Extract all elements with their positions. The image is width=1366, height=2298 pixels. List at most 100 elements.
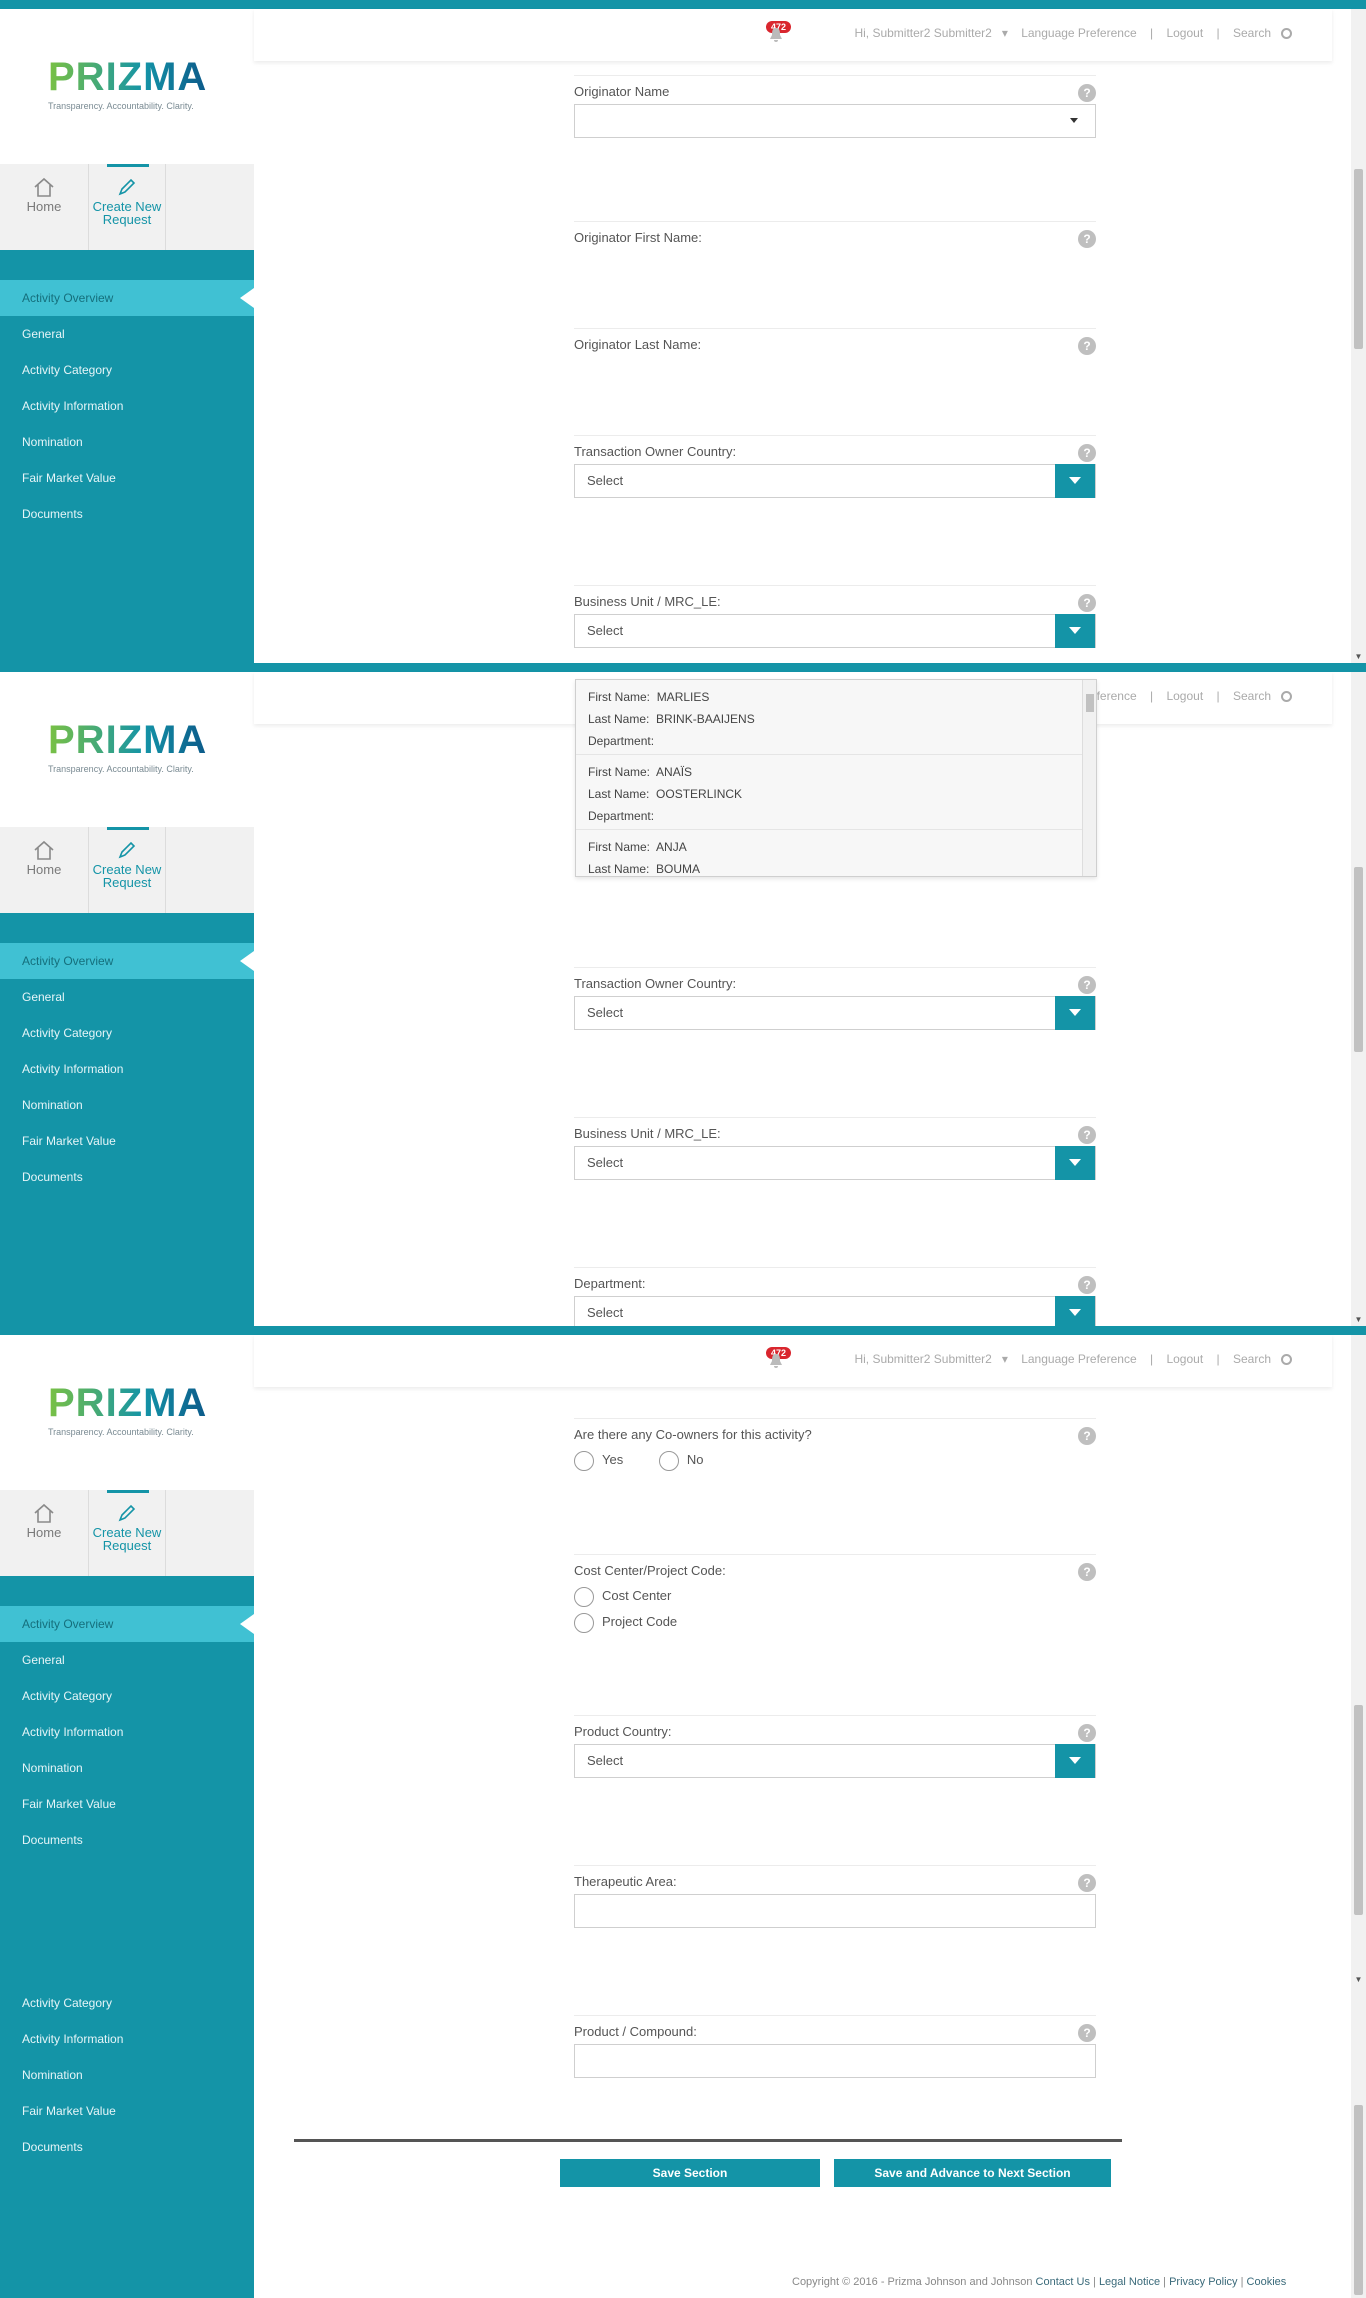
nav-general[interactable]: General: [0, 1642, 254, 1678]
nav-nomination[interactable]: Nomination: [0, 1750, 254, 1786]
search-link[interactable]: Search: [1233, 1352, 1271, 1366]
nav-activity-category[interactable]: Activity Category: [0, 1985, 254, 2021]
list-item[interactable]: First Name: ANAÏS Last Name: OOSTERLINCK…: [576, 755, 1096, 830]
nav-activity-information[interactable]: Activity Information: [0, 1714, 254, 1750]
search-link[interactable]: Search: [1233, 26, 1271, 40]
language-preference-link[interactable]: Language Preference: [1021, 1352, 1136, 1366]
radio-project-code[interactable]: [574, 1612, 594, 1633]
nav-fair-market-value[interactable]: Fair Market Value: [0, 1123, 254, 1159]
create-new-request-button[interactable]: Create New Request: [88, 164, 166, 250]
contact-us-link[interactable]: Contact Us: [1036, 2276, 1090, 2288]
business-unit-select[interactable]: Select: [574, 614, 1096, 648]
nav-general[interactable]: General: [0, 316, 254, 352]
help-icon[interactable]: ?: [1078, 1427, 1096, 1445]
home-button[interactable]: Home: [0, 164, 88, 250]
nav-nomination[interactable]: Nomination: [0, 2057, 254, 2093]
help-icon[interactable]: ?: [1078, 444, 1096, 462]
caret-down-icon[interactable]: [1055, 1296, 1095, 1326]
logo[interactable]: PRIZMA: [48, 55, 207, 100]
home-button[interactable]: Home: [0, 827, 88, 913]
help-icon[interactable]: ?: [1078, 594, 1096, 612]
create-new-request-button[interactable]: Create New Request: [88, 827, 166, 913]
scrollbar-thumb[interactable]: [1354, 867, 1363, 1052]
nav-activity-category[interactable]: Activity Category: [0, 352, 254, 388]
scroll-down-icon[interactable]: ▼: [1351, 652, 1366, 661]
user-greeting[interactable]: Hi, Submitter2 Submitter2: [854, 1352, 991, 1366]
co-owners-no-option[interactable]: No: [658, 1450, 720, 1471]
help-icon[interactable]: ?: [1078, 1276, 1096, 1294]
save-advance-button[interactable]: Save and Advance to Next Section: [834, 2159, 1111, 2187]
cookies-link[interactable]: Cookies: [1247, 2276, 1287, 2288]
transaction-owner-country-select[interactable]: Select: [574, 464, 1096, 498]
nav-activity-information[interactable]: Activity Information: [0, 388, 254, 424]
nav-activity-overview[interactable]: Activity Overview: [0, 1606, 254, 1642]
page-scrollbar[interactable]: ▼: [1351, 672, 1366, 1326]
page-scrollbar[interactable]: ▼: [1351, 1335, 1366, 2298]
nav-general[interactable]: General: [0, 979, 254, 1015]
transaction-owner-country-select[interactable]: Select: [574, 996, 1096, 1030]
logout-link[interactable]: Logout: [1166, 26, 1203, 40]
home-button[interactable]: Home: [0, 1490, 88, 1576]
caret-down-icon[interactable]: [1055, 464, 1095, 498]
nav-fair-market-value[interactable]: Fair Market Value: [0, 1786, 254, 1822]
dropdown-scrollbar[interactable]: [1082, 680, 1096, 876]
product-country-select[interactable]: Select: [574, 1744, 1096, 1778]
nav-documents[interactable]: Documents: [0, 1159, 254, 1195]
nav-fair-market-value[interactable]: Fair Market Value: [0, 460, 254, 496]
list-item[interactable]: First Name: MARLIES Last Name: BRINK-BAA…: [576, 680, 1096, 755]
originator-dropdown-list[interactable]: First Name: MARLIES Last Name: BRINK-BAA…: [575, 679, 1097, 877]
nav-documents[interactable]: Documents: [0, 496, 254, 532]
language-preference-link[interactable]: Language Preference: [1021, 26, 1136, 40]
logout-link[interactable]: Logout: [1166, 1352, 1203, 1366]
help-icon[interactable]: ?: [1078, 1563, 1096, 1581]
help-icon[interactable]: ?: [1078, 1724, 1096, 1742]
bell-icon[interactable]: [769, 1353, 783, 1369]
help-icon[interactable]: ?: [1078, 84, 1096, 102]
search-icon[interactable]: [1281, 691, 1292, 702]
co-owners-yes-option[interactable]: Yes: [574, 1450, 639, 1471]
department-select[interactable]: Select: [574, 1296, 1096, 1326]
radio-cost-center[interactable]: [574, 1586, 594, 1607]
nav-activity-information[interactable]: Activity Information: [0, 1051, 254, 1087]
logout-link[interactable]: Logout: [1166, 689, 1203, 703]
nav-activity-category[interactable]: Activity Category: [0, 1678, 254, 1714]
caret-down-icon[interactable]: [1055, 1744, 1095, 1778]
caret-down-icon[interactable]: [1055, 996, 1095, 1030]
search-link[interactable]: Search: [1233, 689, 1271, 703]
search-icon[interactable]: [1281, 28, 1292, 39]
privacy-policy-link[interactable]: Privacy Policy: [1169, 2276, 1237, 2288]
product-compound-input[interactable]: [574, 2044, 1096, 2078]
nav-nomination[interactable]: Nomination: [0, 424, 254, 460]
nav-activity-information[interactable]: Activity Information: [0, 2021, 254, 2057]
help-icon[interactable]: ?: [1078, 337, 1096, 355]
scrollbar-thumb[interactable]: [1354, 2105, 1363, 2295]
list-item[interactable]: First Name: ANJA Last Name: BOUMA: [576, 830, 1096, 876]
cost-center-option[interactable]: Cost Center: [574, 1583, 1096, 1609]
nav-fair-market-value[interactable]: Fair Market Value: [0, 2093, 254, 2129]
project-code-option[interactable]: Project Code: [574, 1609, 1096, 1635]
page-scrollbar[interactable]: ▼: [1351, 9, 1366, 663]
logo[interactable]: PRIZMA: [48, 1381, 207, 1426]
radio-no[interactable]: [658, 1450, 679, 1471]
help-icon[interactable]: ?: [1078, 1126, 1096, 1144]
help-icon[interactable]: ?: [1078, 230, 1096, 248]
help-icon[interactable]: ?: [1078, 976, 1096, 994]
nav-activity-overview[interactable]: Activity Overview: [0, 943, 254, 979]
bell-icon[interactable]: [769, 27, 783, 43]
originator-name-select[interactable]: [574, 104, 1096, 138]
scroll-down-icon[interactable]: ▼: [1351, 1315, 1366, 1324]
therapeutic-area-input[interactable]: [574, 1894, 1096, 1928]
save-section-button[interactable]: Save Section: [560, 2159, 820, 2187]
scrollbar-thumb[interactable]: [1086, 694, 1094, 712]
nav-activity-overview[interactable]: Activity Overview: [0, 280, 254, 316]
legal-notice-link[interactable]: Legal Notice: [1099, 2276, 1160, 2288]
nav-nomination[interactable]: Nomination: [0, 1087, 254, 1123]
help-icon[interactable]: ?: [1078, 1874, 1096, 1892]
radio-yes[interactable]: [574, 1450, 594, 1471]
nav-documents[interactable]: Documents: [0, 2129, 254, 2165]
user-greeting[interactable]: Hi, Submitter2 Submitter2: [854, 26, 991, 40]
business-unit-select[interactable]: Select: [574, 1146, 1096, 1180]
logo[interactable]: PRIZMA: [48, 718, 207, 763]
caret-down-icon[interactable]: [1055, 614, 1095, 648]
create-new-request-button[interactable]: Create New Request: [88, 1490, 166, 1576]
